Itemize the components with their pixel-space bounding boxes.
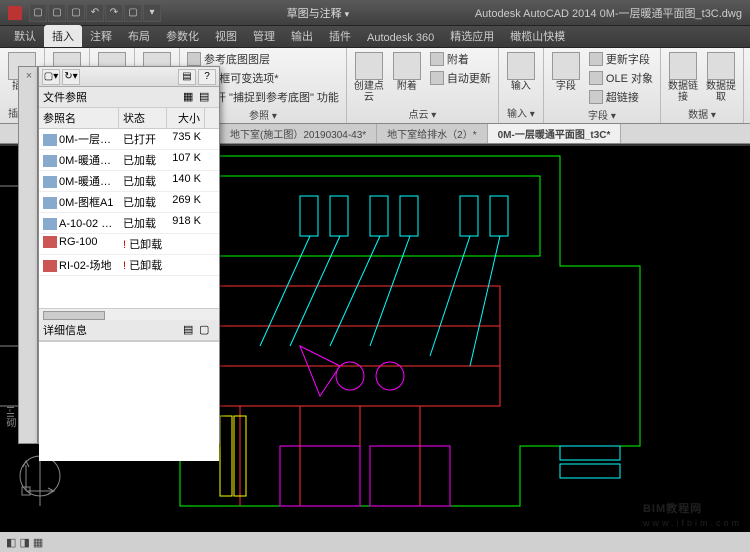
ribbon-tab-6[interactable]: 管理	[245, 25, 283, 47]
attach-dwg-button[interactable]: ▢▾	[42, 69, 60, 85]
ribbon-panel-6: 输入输入 ▾	[499, 48, 544, 123]
qat-open[interactable]: ▢	[48, 4, 66, 22]
col-name[interactable]: 参照名	[39, 108, 119, 128]
qat-more[interactable]: ▾	[143, 4, 161, 22]
tree-view-button[interactable]: ▤	[178, 69, 196, 85]
xref-palette: ▢▾ ↻▾ ▤ ? 文件参照 ▦▤ 参照名 状态 大小 0M-一层暖通...已打…	[38, 66, 220, 444]
ribbon-panel-label[interactable]: 点云 ▾	[351, 105, 494, 122]
ribbon-small-button[interactable]: 附着	[427, 50, 494, 68]
qat-save[interactable]: ▢	[67, 4, 85, 22]
ribbon-panel-5: 创建点云附着附着自动更新点云 ▾	[347, 48, 499, 123]
title-bar: ▢ ▢ ▢ ↶ ↷ ▢ ▾ 草图与注释 ▾ Autodesk AutoCAD 2…	[0, 0, 750, 26]
xref-row[interactable]: 0M-暖通防排...已加载107 K	[39, 150, 219, 171]
xref-row[interactable]: 0M-暖通空调...已加载140 K	[39, 171, 219, 192]
ribbon-big-button[interactable]: 输入	[503, 50, 539, 94]
left-axis-label: I-II砌	[2, 406, 17, 428]
status-bar: ◧ ◨ ▦	[0, 532, 750, 552]
tree-view-button-2[interactable]: ▤	[199, 90, 215, 104]
ribbon-panel-8: 数据链接数据提取数据 ▾	[661, 48, 744, 123]
ribbon-tabs: 默认插入注释布局参数化视图管理输出插件Autodesk 360精选应用橄榄山快模	[0, 26, 750, 48]
ribbon-tab-0[interactable]: 默认	[6, 25, 44, 47]
ribbon-panel-9: 从源下载上载到源提取数据链接和提取 ▾	[744, 48, 750, 123]
qat-redo[interactable]: ↷	[105, 4, 123, 22]
preview-button[interactable]: ▢	[199, 323, 215, 337]
details-header: 详细信息 ▤▢	[39, 320, 219, 341]
xref-row[interactable]: 0M-一层暖通...已打开735 K	[39, 129, 219, 150]
qat-undo[interactable]: ↶	[86, 4, 104, 22]
ribbon-panel-label[interactable]: 输入 ▾	[503, 104, 539, 121]
ribbon-tab-11[interactable]: 橄榄山快模	[502, 25, 573, 47]
document-tab[interactable]: 地下室给排水（2）*	[377, 124, 487, 143]
palette-toolbar: ▢▾ ↻▾ ▤ ?	[39, 67, 219, 87]
grid-header: 参照名 状态 大小	[39, 108, 219, 129]
ribbon-small-button[interactable]: 自动更新	[427, 69, 494, 87]
ribbon-big-button[interactable]: 数据链接	[665, 50, 701, 105]
list-view-button[interactable]: ▦	[183, 90, 199, 104]
ribbon-big-button[interactable]: 附着	[389, 50, 425, 105]
ucs-icon	[18, 459, 58, 502]
ribbon-panel-7: 字段更新字段OLE 对象超链接字段 ▾	[544, 48, 661, 123]
ribbon-panel-label[interactable]: 字段 ▾	[548, 106, 656, 123]
quick-access-toolbar: ▢ ▢ ▢ ↶ ↷ ▢ ▾	[29, 4, 161, 22]
xref-row[interactable]: RG-100! 已卸载	[39, 234, 219, 255]
watermark: BIM教程网www.ifbim.com	[643, 492, 742, 528]
col-status[interactable]: 状态	[119, 108, 167, 128]
col-size[interactable]: 大小	[167, 108, 205, 128]
ribbon-small-button[interactable]: 更新字段	[586, 50, 656, 68]
close-icon[interactable]: ×	[21, 69, 35, 83]
ribbon-panel-label[interactable]: 数据 ▾	[665, 105, 739, 122]
details-panel	[39, 341, 219, 461]
refresh-button[interactable]: ↻▾	[62, 69, 80, 85]
ribbon-tab-5[interactable]: 视图	[207, 25, 245, 47]
workspace-title: 草图与注释 ▾	[161, 5, 475, 21]
ribbon-tab-9[interactable]: Autodesk 360	[359, 29, 442, 47]
qat-print[interactable]: ▢	[124, 4, 142, 22]
ribbon-tab-1[interactable]: 插入	[44, 25, 82, 47]
ribbon-small-button[interactable]: 超链接	[586, 88, 656, 106]
document-tab[interactable]: 0M-一层暖通平面图_t3C*	[488, 124, 622, 143]
ribbon-big-button[interactable]: 数据提取	[703, 50, 739, 105]
file-refs-header: 文件参照 ▦▤	[39, 87, 219, 108]
app-title: Autodesk AutoCAD 2014 0M-一层暖通平面图_t3C.dwg	[475, 5, 742, 21]
xref-row[interactable]: RI-02-场地! 已卸载	[39, 255, 219, 276]
xref-row[interactable]: 0M-图框A1已加载269 K	[39, 192, 219, 213]
ribbon-tab-7[interactable]: 输出	[283, 25, 321, 47]
ribbon-tab-4[interactable]: 参数化	[158, 25, 207, 47]
help-button[interactable]: ?	[198, 69, 216, 85]
app-icon	[8, 6, 22, 20]
ribbon-big-button[interactable]: 字段	[548, 50, 584, 106]
document-tab[interactable]: 地下室(施工图）20190304-43*	[220, 124, 377, 143]
xref-grid[interactable]: 参照名 状态 大小 0M-一层暖通...已打开735 K0M-暖通防排...已加…	[39, 108, 219, 308]
details-view-button[interactable]: ▤	[183, 323, 199, 337]
ribbon-big-button[interactable]: 创建点云	[351, 50, 387, 105]
ribbon-tab-8[interactable]: 插件	[321, 25, 359, 47]
palette-side-tab[interactable]: ×	[18, 66, 38, 444]
ribbon-small-button[interactable]: OLE 对象	[586, 69, 656, 87]
horizontal-scrollbar[interactable]	[39, 308, 219, 320]
qat-new[interactable]: ▢	[29, 4, 47, 22]
ribbon-tab-10[interactable]: 精选应用	[442, 25, 502, 47]
xref-row[interactable]: A-10-02 一层...已加载918 K	[39, 213, 219, 234]
ribbon-tab-2[interactable]: 注释	[82, 25, 120, 47]
status-coords: ◧ ◨ ▦	[6, 536, 43, 549]
ribbon-tab-3[interactable]: 布局	[120, 25, 158, 47]
